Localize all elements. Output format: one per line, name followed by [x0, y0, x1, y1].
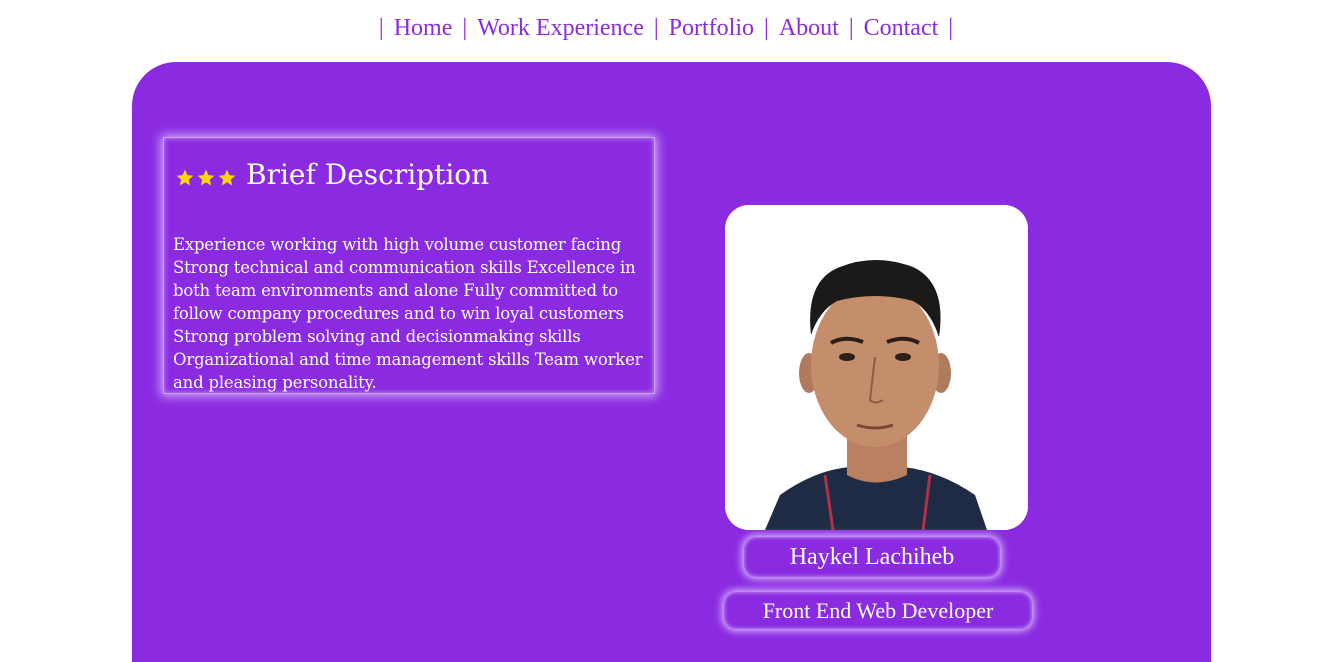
profile-role: Front End Web Developer [724, 592, 1032, 629]
brief-description-card: Brief Description Experience working wit… [163, 137, 655, 394]
star-icon [218, 169, 236, 185]
rating-stars [175, 168, 238, 188]
main-panel: Brief Description Experience working wit… [132, 62, 1211, 662]
nav-link-work-experience[interactable]: Work Experience [477, 15, 644, 42]
nav-link-about[interactable]: About [779, 15, 839, 42]
profile-photo [725, 205, 1028, 530]
profile-name: Haykel Lachiheb [744, 537, 1000, 577]
star-icon [197, 169, 215, 185]
description-text: Experience working with high volume cust… [173, 234, 643, 392]
nav-separator: | [764, 14, 769, 41]
description-title: Brief Description [246, 158, 490, 191]
nav-separator: | [848, 14, 854, 41]
top-navigation: | Home | Work Experience | Portfolio | A… [0, 10, 1332, 46]
description-heading: Brief Description [175, 158, 489, 191]
nav-link-portfolio[interactable]: Portfolio [669, 15, 754, 42]
nav-link-home[interactable]: Home [394, 15, 453, 42]
nav-separator: | [653, 14, 659, 41]
portrait-image [725, 205, 1028, 530]
nav-separator: | [378, 14, 384, 41]
nav-link-contact[interactable]: Contact [864, 15, 939, 42]
nav-separator: | [948, 14, 954, 41]
nav-separator: | [462, 14, 468, 41]
star-icon [176, 169, 194, 185]
